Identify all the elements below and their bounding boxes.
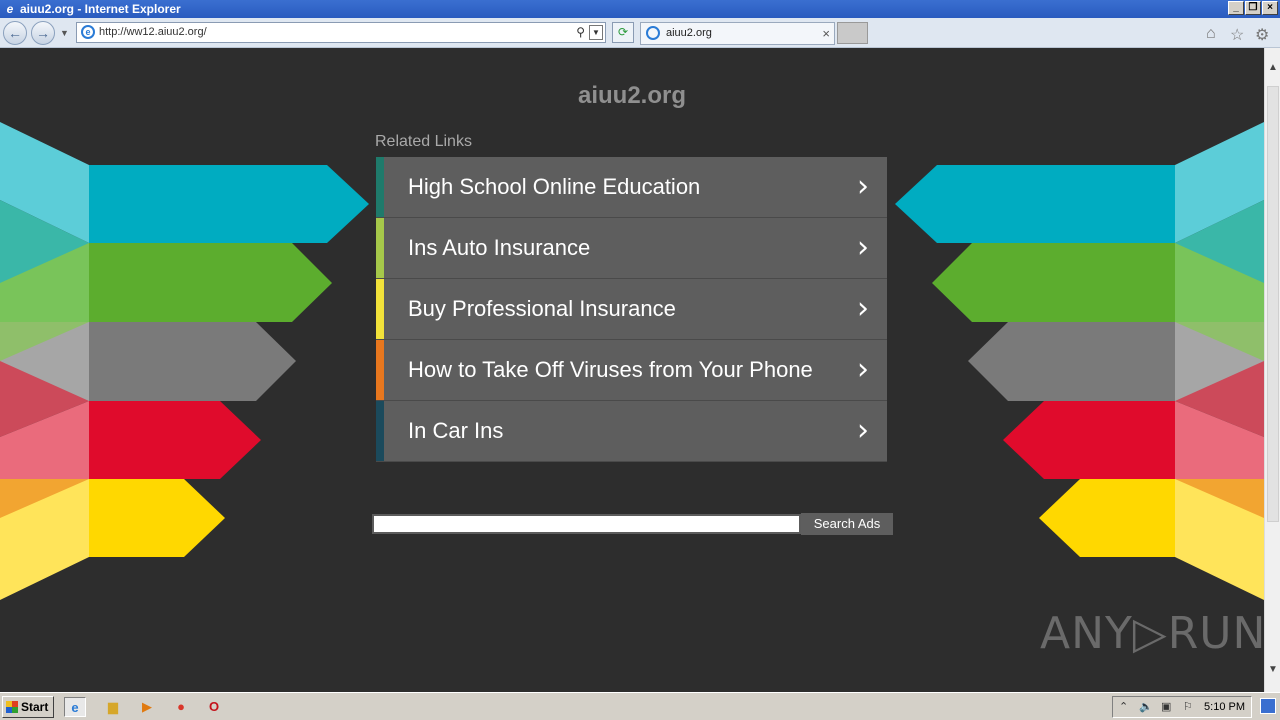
taskbar-chrome-icon[interactable]: ● [170, 697, 192, 717]
site-domain-title: aiuu2.org [577, 82, 686, 109]
related-link-1[interactable]: Ins Auto Insurance › [376, 218, 887, 279]
window-controls: _ ❐ × [1228, 1, 1278, 15]
start-label: Start [21, 700, 49, 714]
compat-refresh-button[interactable]: ⟳ [612, 22, 634, 43]
right-arrow-green [932, 243, 1175, 322]
link-accent-bar [376, 218, 384, 278]
window-title: aiuu2.org - Internet Explorer [20, 2, 181, 16]
address-dropdown-icon[interactable]: ▼ [589, 25, 603, 40]
chevron-right-icon: › [857, 291, 869, 326]
new-tab-button[interactable] [837, 22, 868, 44]
restore-button[interactable]: ❐ [1245, 1, 1261, 15]
start-button[interactable]: Start [2, 696, 54, 718]
taskbar-ie-icon[interactable]: e [64, 697, 86, 717]
search-ads-button[interactable]: Search Ads [801, 513, 893, 535]
minimize-button[interactable]: _ [1228, 1, 1244, 15]
left-arrow-yellow [89, 479, 225, 557]
browser-navbar: ← → ▼ e http://ww12.aiuu2.org/ ⚲ ▼ ⟳ aiu… [0, 18, 1280, 48]
taskbar-opera-icon[interactable]: O [203, 697, 225, 717]
address-bar[interactable]: e http://ww12.aiuu2.org/ ⚲ ▼ [76, 22, 606, 43]
tray-flag-icon[interactable]: ⚐ [1183, 697, 1193, 717]
left-arrow-gray [89, 322, 296, 401]
scroll-thumb[interactable] [1267, 86, 1279, 522]
link-text: Buy Professional Insurance [408, 296, 676, 321]
left-arrow-teal [89, 165, 369, 243]
right-arrow-gray [968, 322, 1175, 401]
link-accent-bar [376, 157, 384, 217]
taskbar: Start e ▆ ▶ ● O ⌃ 🔈 ▣ ⚐ 5:10 PM [0, 692, 1280, 720]
scroll-down-icon[interactable]: ▼ [1268, 664, 1278, 675]
page-content: aiuu2.org Related Links High School Onli… [0, 48, 1264, 692]
right-arrow-red [1003, 401, 1175, 479]
search-icon[interactable]: ⚲ [576, 23, 585, 42]
left-arrow-green [89, 243, 332, 322]
chevron-right-icon: › [857, 413, 869, 448]
favorites-star-icon[interactable]: ☆ [1230, 25, 1244, 45]
forward-button[interactable]: → [31, 21, 55, 45]
taskbar-explorer-icon[interactable]: ▆ [102, 697, 124, 717]
tray-expand-icon[interactable]: ⌃ [1119, 697, 1128, 717]
right-arrow-teal [895, 165, 1175, 243]
related-link-0[interactable]: High School Online Education › [376, 157, 887, 218]
vertical-scrollbar[interactable]: ▲ ▼ [1264, 48, 1280, 692]
tray-clock[interactable]: 5:10 PM [1204, 697, 1245, 717]
related-link-2[interactable]: Buy Professional Insurance › [376, 279, 887, 340]
home-icon[interactable]: ⌂ [1206, 25, 1216, 43]
windows-flag-icon [6, 701, 18, 713]
tab-aiuu2[interactable]: aiuu2.org × [640, 22, 835, 45]
link-text: High School Online Education [408, 174, 701, 199]
related-link-3[interactable]: How to Take Off Viruses from Your Phone … [376, 340, 887, 401]
chevron-right-icon: › [857, 352, 869, 387]
scroll-up-icon[interactable]: ▲ [1268, 62, 1278, 73]
ie-logo-icon: e [6, 2, 14, 16]
link-accent-bar [376, 279, 384, 339]
related-link-4[interactable]: In Car Ins › [376, 401, 887, 462]
link-accent-bar [376, 340, 384, 400]
link-text: In Car Ins [408, 418, 504, 443]
show-desktop-button[interactable] [1260, 698, 1276, 714]
anyrun-watermark: ANY▷RUN [1040, 608, 1264, 659]
page-favicon-icon: e [81, 25, 95, 39]
taskbar-media-player-icon[interactable]: ▶ [136, 697, 158, 717]
address-text: http://ww12.aiuu2.org/ [99, 26, 207, 38]
tab-title: aiuu2.org [666, 27, 712, 39]
settings-gear-icon[interactable]: ⚙ [1255, 25, 1269, 45]
search-ads-input[interactable] [372, 514, 801, 534]
window-titlebar: e aiuu2.org - Internet Explorer _ ❐ × [0, 0, 1280, 18]
close-button[interactable]: × [1262, 1, 1278, 15]
tab-close-icon[interactable]: × [822, 23, 830, 44]
system-tray: ⌃ 🔈 ▣ ⚐ 5:10 PM [1112, 696, 1252, 718]
history-dropdown-icon[interactable]: ▼ [60, 28, 69, 38]
tab-favicon-icon [646, 26, 660, 40]
left-arrow-red [89, 401, 261, 479]
chevron-right-icon: › [857, 169, 869, 204]
back-button[interactable]: ← [3, 21, 27, 45]
link-accent-bar [376, 401, 384, 461]
link-text: How to Take Off Viruses from Your Phone [408, 357, 813, 382]
related-links-list: High School Online Education › Ins Auto … [376, 157, 887, 462]
related-links-label: Related Links [375, 133, 472, 150]
link-text: Ins Auto Insurance [408, 235, 591, 260]
right-arrow-yellow [1039, 479, 1175, 557]
tray-network-icon[interactable]: ▣ [1161, 697, 1171, 717]
tray-volume-icon[interactable]: 🔈 [1139, 697, 1153, 717]
chevron-right-icon: › [857, 230, 869, 265]
